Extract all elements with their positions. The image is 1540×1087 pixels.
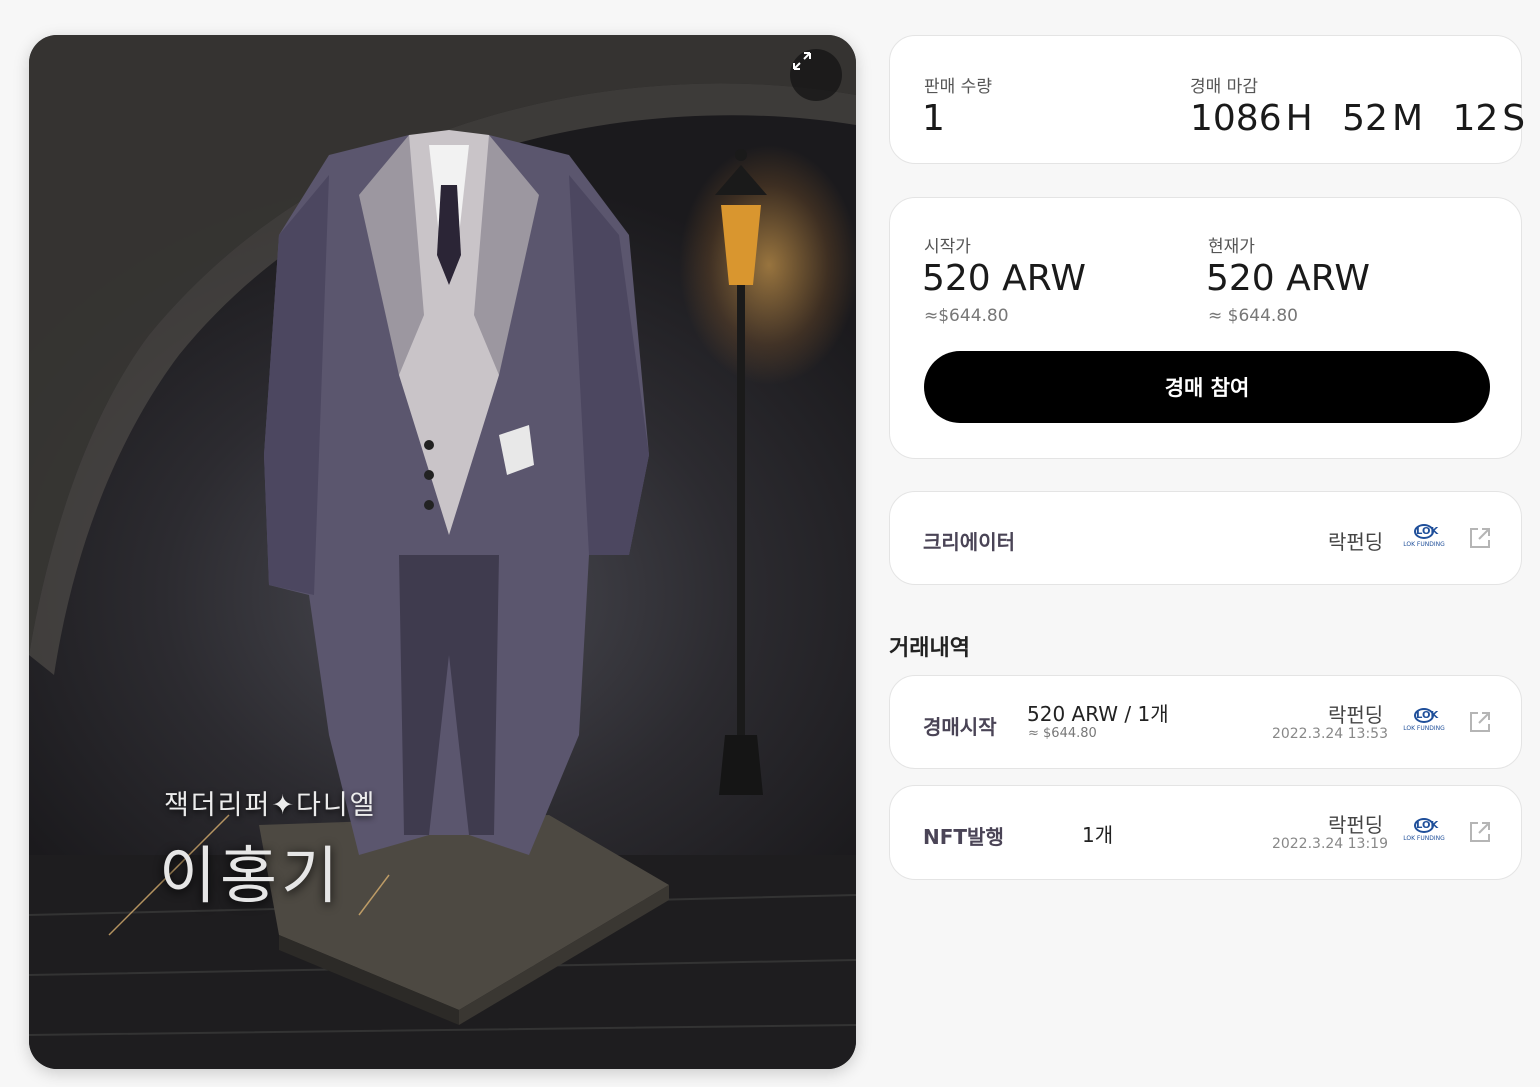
current-price-usd: ≈ $644.80 [1208, 306, 1298, 326]
nft-artwork: 잭더리퍼✦다니엘 이홍기 [29, 35, 856, 1069]
deadline-countdown: 1086 H 52 M 12 S [1190, 98, 1525, 139]
history-amount: 520 ARW / 1개 [1027, 702, 1169, 726]
deadline-seconds-unit: S [1502, 98, 1526, 139]
creator-name[interactable]: 락펀딩 [1328, 526, 1383, 555]
lok-funding-logo: LOK LOK FUNDING [1403, 524, 1445, 554]
logo-mark: LOK [1414, 708, 1439, 723]
artwork-title: 이홍기 [159, 839, 343, 912]
external-link-icon[interactable] [1467, 525, 1493, 551]
bid-button[interactable]: 경매 참여 [924, 351, 1490, 423]
logo-text: LOK FUNDING [1403, 541, 1445, 548]
current-price-label: 현재가 [1208, 237, 1255, 257]
current-price-value: 520 ARW [1206, 258, 1370, 299]
lok-funding-logo: LOK LOK FUNDING [1403, 708, 1445, 738]
start-price-label: 시작가 [924, 237, 971, 257]
creator-card: 크리에이터 락펀딩 LOK LOK FUNDING [889, 491, 1522, 585]
history-date: 2022.3.24 13:53 [1271, 726, 1388, 742]
history-amount: 1개 [1082, 823, 1114, 847]
history-title: 거래내역 [889, 636, 970, 661]
artwork-illustration [29, 35, 856, 1069]
expand-icon [793, 52, 811, 70]
sale-info-card: 판매 수량 1 경매 마감 1086 H 52 M 12 S [889, 35, 1525, 164]
history-date: 2022.3.24 13:19 [1271, 836, 1388, 852]
history-type: NFT발행 [923, 825, 1004, 849]
quantity-label: 판매 수량 [924, 77, 992, 97]
lok-funding-logo: LOK LOK FUNDING [1403, 818, 1445, 848]
history-user[interactable]: 락펀딩 [1328, 699, 1383, 728]
deadline-seconds: 12 [1452, 98, 1499, 139]
logo-mark: LOK [1414, 524, 1439, 539]
deadline-hours: 1086 [1190, 98, 1282, 139]
external-link-icon[interactable] [1467, 709, 1493, 735]
deadline-minutes: 52 [1342, 98, 1388, 139]
start-price-usd: ≈$644.80 [924, 306, 1009, 326]
history-row: NFT발행 1개 락펀딩 2022.3.24 13:19 LOK LOK FUN… [889, 785, 1522, 880]
history-usd: ≈ $644.80 [1028, 726, 1097, 741]
start-price-value: 520 ARW [922, 258, 1086, 299]
deadline-minutes-unit: M [1391, 98, 1424, 139]
expand-button[interactable] [790, 49, 842, 101]
artwork-subtitle: 잭더리퍼✦다니엘 [164, 790, 377, 821]
history-user[interactable]: 락펀딩 [1328, 809, 1383, 838]
price-card: 시작가 520 ARW ≈$644.80 현재가 520 ARW ≈ $644.… [889, 197, 1522, 459]
history-type: 경매시작 [923, 715, 997, 739]
logo-text: LOK FUNDING [1403, 835, 1445, 842]
history-row: 경매시작 520 ARW / 1개 ≈ $644.80 락펀딩 2022.3.2… [889, 675, 1522, 769]
logo-mark: LOK [1414, 818, 1439, 833]
deadline-label: 경매 마감 [1190, 77, 1258, 97]
deadline-hours-unit: H [1285, 98, 1313, 139]
logo-text: LOK FUNDING [1403, 725, 1445, 732]
quantity-value: 1 [922, 98, 945, 139]
creator-label: 크리에이터 [923, 530, 1015, 554]
external-link-icon[interactable] [1467, 819, 1493, 845]
